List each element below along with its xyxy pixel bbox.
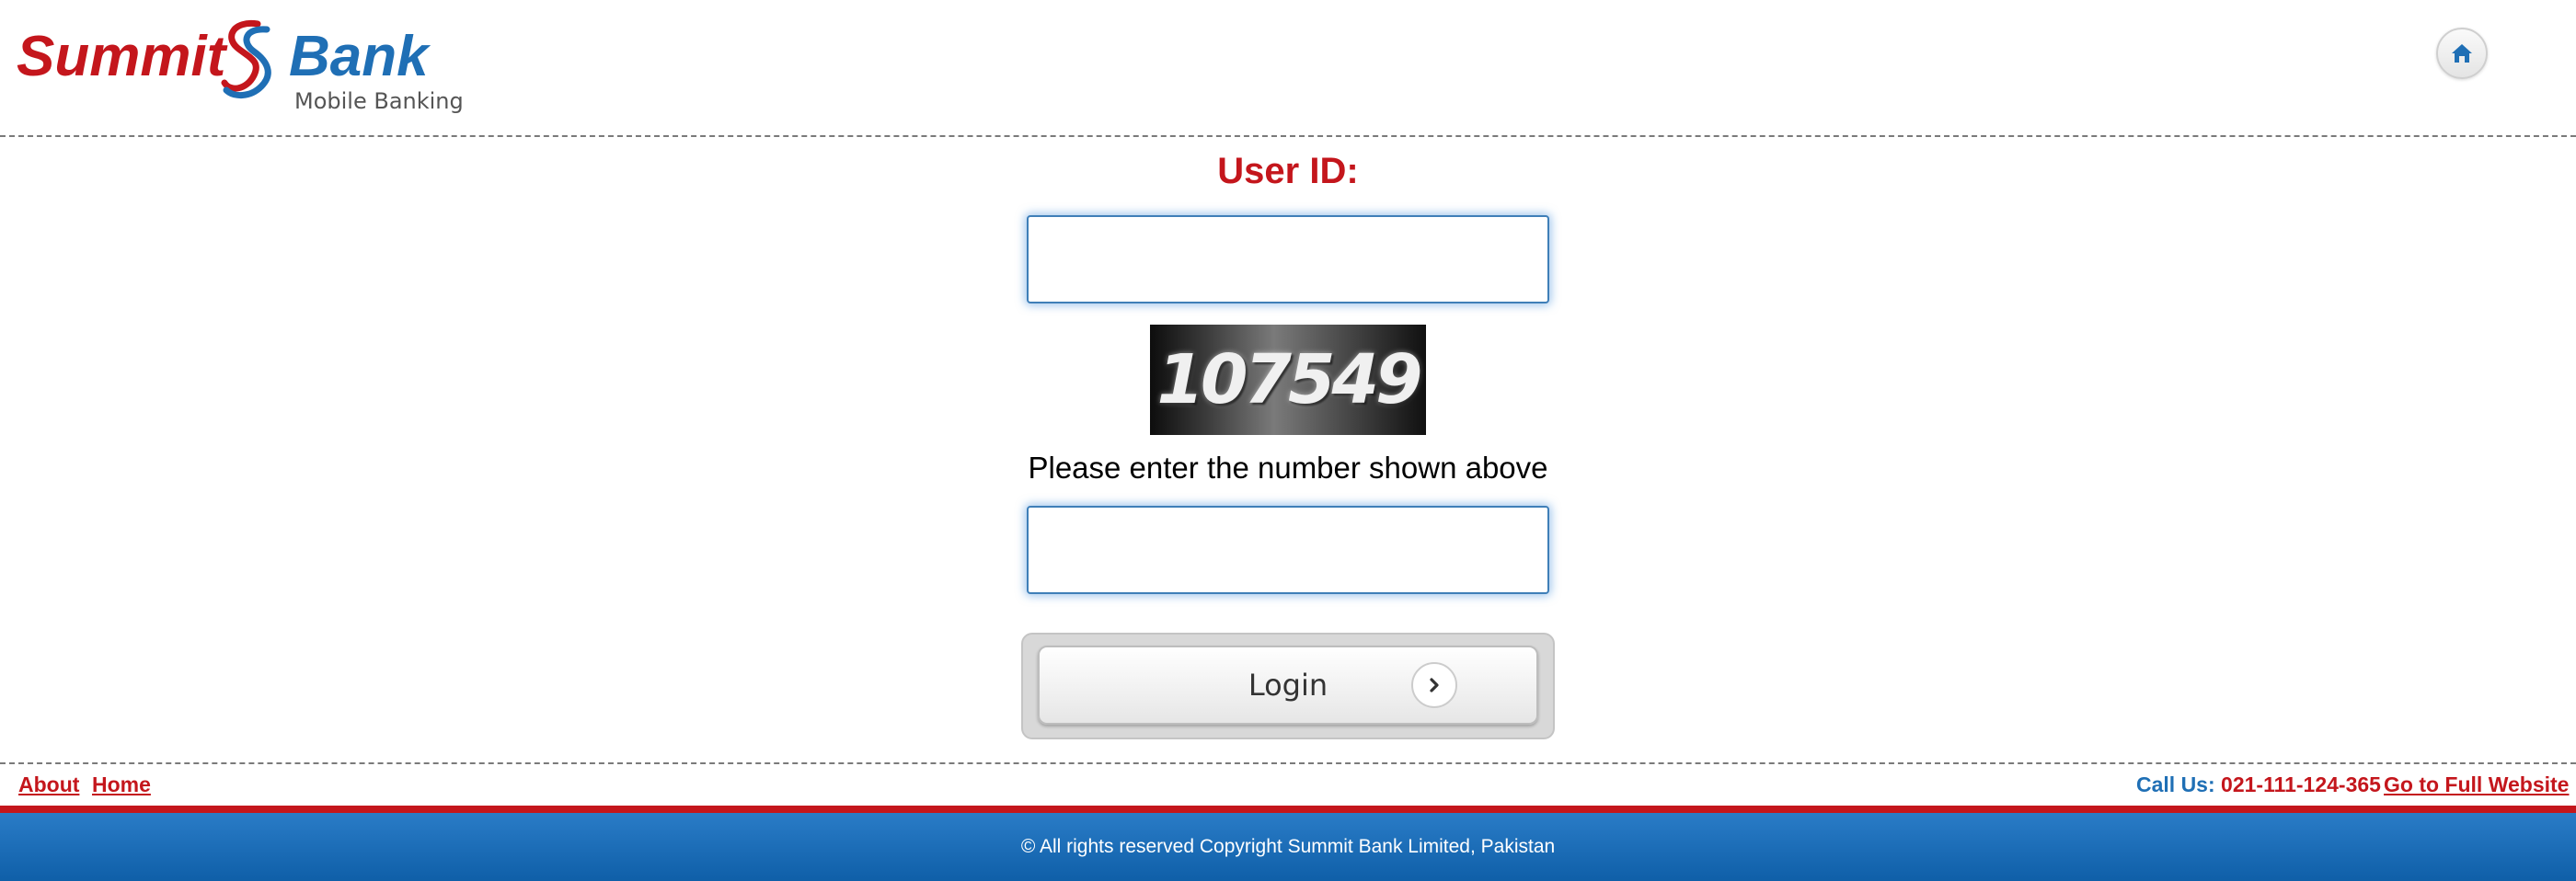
logo-word-summit: Summit: [17, 25, 228, 88]
call-us-label: Call Us:: [2136, 772, 2215, 796]
about-link[interactable]: About: [18, 772, 79, 797]
summit-bank-logo[interactable]: Summit Bank Mobile Banking: [17, 17, 495, 118]
chevron-right-icon: [1411, 662, 1457, 708]
copyright-text: © All rights reserved Copyright Summit B…: [1020, 836, 1556, 857]
footer-links: About Home Call Us: 021-111-124-365 Go t…: [0, 769, 2576, 806]
footer-red-bar: [0, 806, 2576, 813]
page: Summit Bank Mobile Banking User ID: 1075…: [0, 0, 2576, 881]
call-us: Call Us: 021-111-124-365: [2136, 772, 2381, 797]
full-website-link[interactable]: Go to Full Website: [2384, 772, 2569, 797]
captcha-text: 107549: [1156, 340, 1423, 419]
login-button[interactable]: Login: [1038, 646, 1538, 725]
userid-label: User ID:: [1217, 151, 1359, 191]
userid-input[interactable]: [1027, 215, 1549, 303]
captcha-hint: Please enter the number shown above: [1028, 451, 1548, 485]
captcha-input[interactable]: [1027, 506, 1549, 594]
home-button[interactable]: [2436, 28, 2488, 79]
footer-bar: © All rights reserved Copyright Summit B…: [0, 813, 2576, 881]
home-icon: [2452, 44, 2472, 63]
login-button-label: Login: [1248, 668, 1328, 703]
header-divider: [0, 135, 2576, 137]
login-button-container: Login: [1021, 633, 1555, 739]
logo-tagline: Mobile Banking: [294, 88, 464, 114]
logo-graphic: Summit Bank Mobile Banking: [17, 19, 464, 114]
header: Summit Bank Mobile Banking: [0, 0, 2576, 134]
home-link[interactable]: Home: [92, 772, 151, 797]
call-us-number[interactable]: 021-111-124-365: [2221, 772, 2381, 796]
footer-divider: [0, 762, 2576, 764]
captcha-image: 107549: [1150, 325, 1426, 435]
logo-word-bank: Bank: [289, 25, 431, 88]
